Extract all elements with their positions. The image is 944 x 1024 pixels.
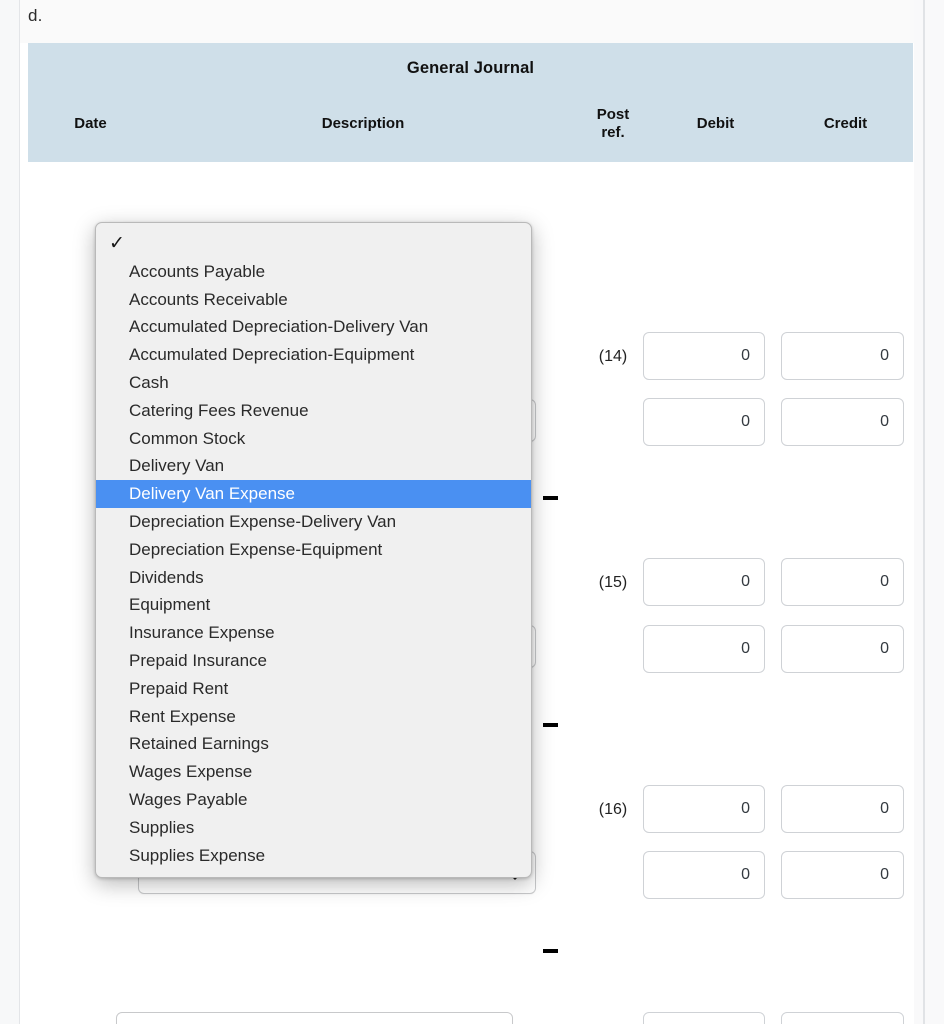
post-ref-line2: ref. xyxy=(601,124,625,141)
journal-column-headers: Date Description Post ref. Debit Credit xyxy=(28,86,913,162)
dropdown-option[interactable]: Catering Fees Revenue xyxy=(96,397,531,425)
date-dash-14 xyxy=(543,496,558,500)
post-ref-line1: Post xyxy=(596,106,630,124)
column-header-description: Description xyxy=(321,115,405,133)
date-dash-16 xyxy=(543,949,558,953)
post-ref-16: (16) xyxy=(598,801,628,818)
debit-input-15b[interactable]: 0 xyxy=(643,625,765,673)
credit-input-14b[interactable]: 0 xyxy=(781,398,904,446)
dropdown-blank-option[interactable]: ✓ xyxy=(96,229,531,258)
dropdown-option[interactable]: Supplies Expense xyxy=(96,842,531,870)
dropdown-option[interactable]: Prepaid Insurance xyxy=(96,647,531,675)
dropdown-option[interactable]: Depreciation Expense-Delivery Van xyxy=(96,508,531,536)
column-header-date: Date xyxy=(74,115,107,133)
page-right-gutter xyxy=(914,0,944,1024)
column-header-post-ref: Post ref. xyxy=(573,106,653,141)
dropdown-option[interactable]: Accounts Receivable xyxy=(96,286,531,314)
credit-input-16a[interactable]: 0 xyxy=(781,785,904,833)
dropdown-option[interactable]: Insurance Expense xyxy=(96,619,531,647)
credit-input-17a[interactable]: 0 xyxy=(781,1012,904,1024)
debit-input-14b[interactable]: 0 xyxy=(643,398,765,446)
credit-input-15a[interactable]: 0 xyxy=(781,558,904,606)
dropdown-option[interactable]: Cash xyxy=(96,369,531,397)
dropdown-option[interactable]: Accumulated Depreciation-Delivery Van xyxy=(96,314,531,342)
dropdown-option[interactable]: Dividends xyxy=(96,564,531,592)
dropdown-option[interactable]: Accounts Payable xyxy=(96,258,531,286)
dropdown-option[interactable]: Delivery Van Expense xyxy=(96,480,531,509)
dropdown-option[interactable]: Common Stock xyxy=(96,425,531,453)
dropdown-option[interactable]: Supplies xyxy=(96,814,531,842)
credit-input-16b[interactable]: 0 xyxy=(781,851,904,899)
column-header-credit: Credit xyxy=(823,115,868,133)
part-label: d. xyxy=(28,6,43,25)
credit-input-15b[interactable]: 0 xyxy=(781,625,904,673)
dropdown-option[interactable]: Retained Earnings xyxy=(96,731,531,759)
debit-input-14a[interactable]: 0 xyxy=(643,332,765,380)
dropdown-option[interactable]: Accumulated Depreciation-Equipment xyxy=(96,341,531,369)
post-ref-14: (14) xyxy=(598,348,628,365)
journal-header: General Journal Date Description Post re… xyxy=(28,43,913,162)
page-top-strip xyxy=(20,0,914,43)
credit-input-14a[interactable]: 0 xyxy=(781,332,904,380)
debit-input-16b[interactable]: 0 xyxy=(643,851,765,899)
check-icon: ✓ xyxy=(109,233,125,254)
page-right-divider xyxy=(923,0,925,1024)
dropdown-option[interactable]: Wages Expense xyxy=(96,758,531,786)
account-select-17-debit[interactable] xyxy=(116,1012,513,1024)
dropdown-option[interactable]: Prepaid Rent xyxy=(96,675,531,703)
journal-title: General Journal xyxy=(406,59,535,77)
account-dropdown-popup[interactable]: ✓ Accounts Payable Accounts Receivable Acc… xyxy=(95,222,532,878)
journal-page: d. General Journal Date Description Post… xyxy=(0,0,944,1024)
dropdown-option[interactable]: Wages Payable xyxy=(96,786,531,814)
dropdown-option[interactable]: Depreciation Expense-Equipment xyxy=(96,536,531,564)
debit-input-16a[interactable]: 0 xyxy=(643,785,765,833)
dropdown-option[interactable]: Delivery Van xyxy=(96,453,531,481)
dropdown-option-list: Accounts Payable Accounts Receivable Accum… xyxy=(96,258,531,870)
dropdown-option[interactable]: Equipment xyxy=(96,592,531,620)
page-left-gutter xyxy=(0,0,20,1024)
post-ref-15: (15) xyxy=(598,574,628,591)
dropdown-option[interactable]: Rent Expense xyxy=(96,703,531,731)
date-dash-15 xyxy=(543,723,558,727)
column-header-debit: Debit xyxy=(696,115,735,133)
debit-input-15a[interactable]: 0 xyxy=(643,558,765,606)
debit-input-17a[interactable]: 0 xyxy=(643,1012,765,1024)
